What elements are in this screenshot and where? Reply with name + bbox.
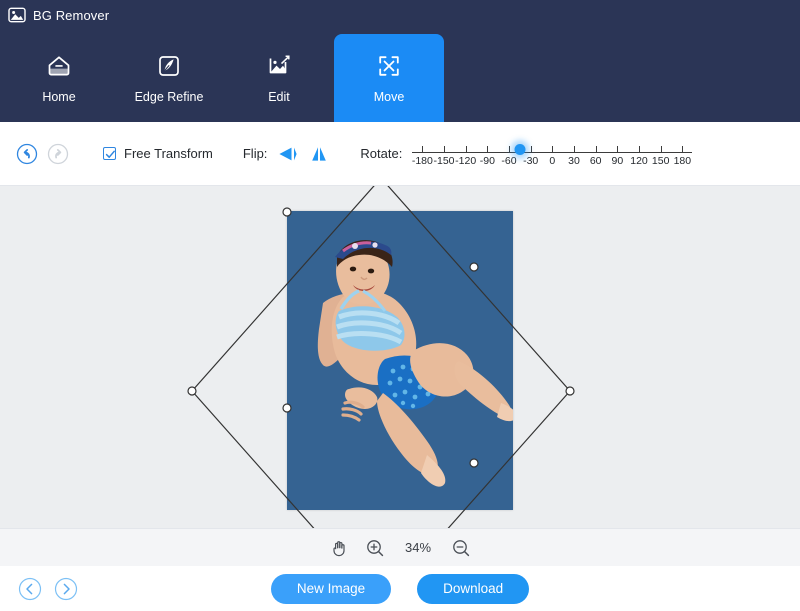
zoom-in-icon[interactable] <box>365 538 385 558</box>
rotate-tick <box>487 145 489 153</box>
redo-arrow-icon[interactable] <box>47 143 69 165</box>
rotate-tick-label: -90 <box>479 154 495 167</box>
download-button[interactable]: Download <box>417 573 530 604</box>
flip-vertical-icon[interactable] <box>308 145 330 163</box>
tab-move-label: Move <box>373 89 405 104</box>
flip-label: Flip: <box>242 146 268 161</box>
handle-top-left <box>282 207 292 217</box>
tab-edge-refine-label: Edge Refine <box>134 89 204 104</box>
flip-horizontal-icon[interactable] <box>277 145 299 163</box>
image-badge-icon <box>8 7 26 23</box>
rotate-tick <box>552 145 554 153</box>
rotate-slider[interactable]: -180 -150 -120 -90 -60 -30 0 30 60 90 120 150 180 <box>411 137 693 171</box>
flip-group: Flip: <box>243 145 331 163</box>
selection-outline <box>191 186 571 528</box>
rotate-tick-label: 30 <box>568 154 580 167</box>
rotate-tick <box>660 145 662 153</box>
zoom-out-icon[interactable] <box>451 538 471 558</box>
rotate-tick <box>422 145 424 153</box>
tab-edge-refine[interactable]: Edge Refine <box>114 34 224 122</box>
rotate-slider-handle[interactable] <box>514 143 526 155</box>
tab-home[interactable]: Home <box>4 34 114 122</box>
selection-handles <box>187 207 575 468</box>
free-transform-toggle[interactable]: Free Transform <box>103 146 213 161</box>
rotate-tick-label: -120 <box>455 154 477 167</box>
rotate-group: Rotate: -180 -150 -120 -90 -60 -30 0 30 60 90 120 1… <box>360 137 693 171</box>
rotate-tick-label: 90 <box>611 154 624 167</box>
bottom-bar: New Image Download <box>0 566 800 611</box>
handle-left <box>187 386 197 396</box>
rotate-tick-label: 60 <box>589 154 602 167</box>
rotate-tick <box>509 145 510 153</box>
chevron-right-circle-icon[interactable] <box>54 577 78 601</box>
transform-selection-box[interactable] <box>0 186 800 528</box>
rotate-tick-label: 180 <box>673 154 692 167</box>
pen-square-icon <box>159 55 179 76</box>
app-title: BG Remover <box>33 7 110 23</box>
free-transform-label: Free Transform <box>124 146 213 161</box>
rotate-tick-label: -60 <box>501 154 517 167</box>
image-canvas[interactable] <box>0 186 800 528</box>
tab-home-label: Home <box>42 89 76 104</box>
title-bar: BG Remover <box>0 0 800 30</box>
handle-bottom-right <box>469 458 479 468</box>
hand-pan-icon[interactable] <box>329 538 349 558</box>
rotate-tick-label: -150 <box>433 154 455 167</box>
rotate-tick <box>465 145 467 153</box>
rotate-tick-label: 120 <box>630 154 648 167</box>
checkmark-icon <box>105 150 115 158</box>
action-buttons: New Image Download <box>0 566 800 611</box>
rotate-tick-label: 0 <box>549 154 556 167</box>
rotate-tick-label: -180 <box>411 154 433 167</box>
tab-list: Home Edge Refine Edit Move <box>0 30 800 122</box>
handle-top-right <box>469 262 479 272</box>
chevron-left-circle-icon[interactable] <box>18 577 42 601</box>
rotate-tick-label: -30 <box>523 154 539 167</box>
tab-move[interactable]: Move <box>334 34 444 122</box>
undo-arrow-icon[interactable] <box>16 143 38 165</box>
handle-right <box>565 386 575 396</box>
image-edit-icon <box>269 54 290 73</box>
move-arrows-icon <box>379 55 399 76</box>
undo-redo-group <box>16 143 69 165</box>
home-icon <box>48 55 70 75</box>
rotate-tick <box>595 145 597 153</box>
bg-remover-app: BG Remover Home Edge Refine Edit Move Fr… <box>0 0 800 611</box>
zoom-bar: 34% <box>0 528 800 566</box>
rotate-tick <box>530 145 532 153</box>
rotate-tick <box>639 145 640 153</box>
rotate-tick-label: 150 <box>651 154 670 167</box>
new-image-button[interactable]: New Image <box>270 573 392 604</box>
rotate-tick <box>574 145 575 153</box>
handle-bottom-left <box>282 403 292 413</box>
tab-edit-label: Edit <box>268 89 290 104</box>
rotate-tick <box>682 145 684 153</box>
rotate-tick <box>617 145 619 153</box>
nav-bar: Home Edge Refine Edit Move <box>0 30 800 122</box>
zoom-level-label: 34% <box>404 540 432 555</box>
rotate-tick <box>444 145 445 153</box>
free-transform-checkbox[interactable] <box>103 147 116 160</box>
image-nav-group <box>18 577 78 601</box>
rotate-label: Rotate: <box>360 146 403 161</box>
transform-toolbar: Free Transform Flip: Rotate: -180 -150 -12… <box>0 122 800 186</box>
tab-edit[interactable]: Edit <box>224 34 334 122</box>
